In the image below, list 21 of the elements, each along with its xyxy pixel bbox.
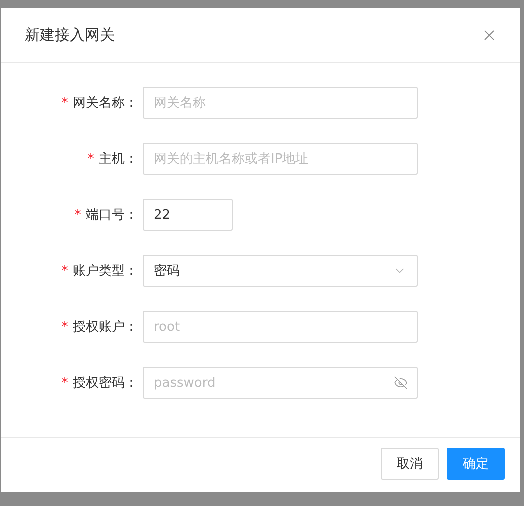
password-field[interactable]: password	[143, 367, 418, 399]
field-label: 授权密码：	[73, 375, 138, 392]
field-label: 账户类型：	[73, 263, 138, 280]
input-field[interactable]: root	[143, 311, 418, 343]
field-label: 授权账户：	[73, 319, 138, 336]
field-label: 主机：	[99, 151, 138, 168]
input-field[interactable]: 22	[143, 199, 233, 231]
input-field[interactable]: 网关名称	[143, 87, 418, 119]
select-field[interactable]: 密码	[143, 255, 418, 287]
eye-slash-icon[interactable]	[394, 376, 408, 390]
required-mark: *	[74, 208, 82, 222]
dialog-title: 新建接入网关	[25, 26, 115, 44]
input-field[interactable]: 网关的主机名称或者IP地址	[143, 143, 418, 175]
required-mark: *	[61, 376, 69, 390]
required-mark: *	[61, 320, 69, 334]
required-mark: *	[61, 96, 69, 110]
required-mark: *	[61, 264, 69, 278]
field-label: 端口号：	[86, 207, 138, 224]
field-label: 网关名称：	[73, 95, 138, 112]
required-mark: *	[87, 152, 95, 166]
secondary-button[interactable]: 取消	[381, 448, 439, 480]
